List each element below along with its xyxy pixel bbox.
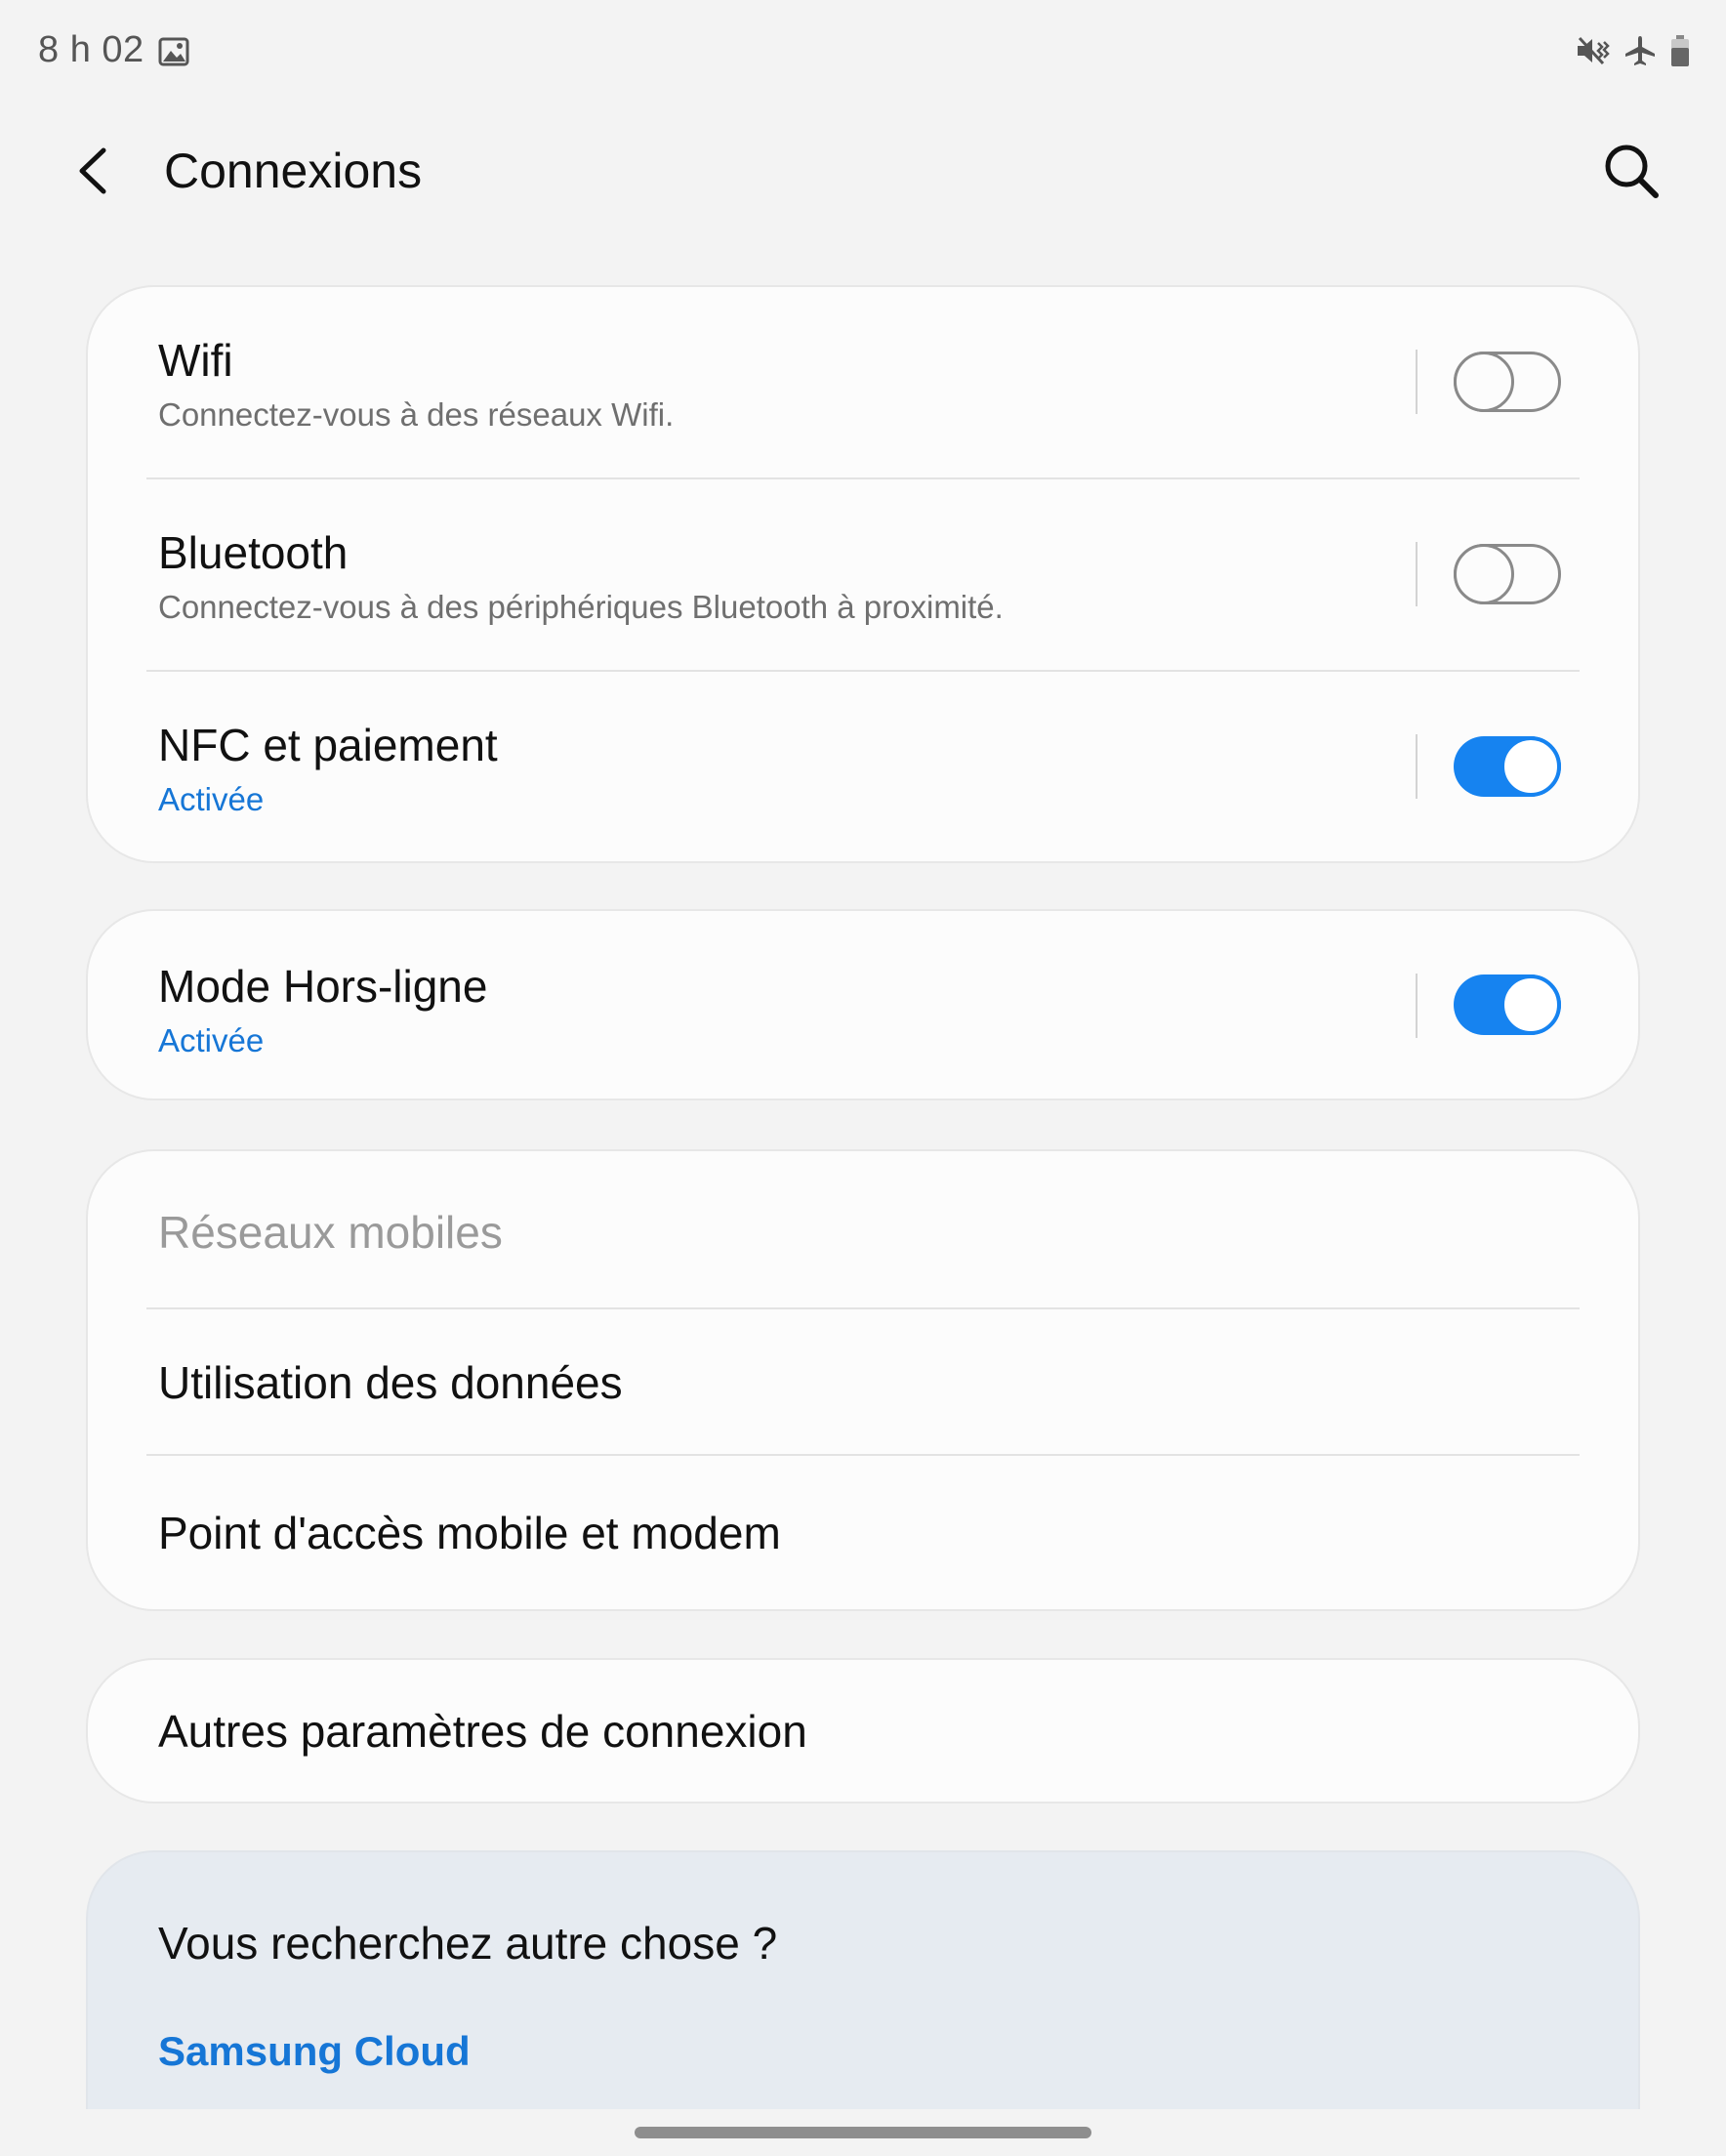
wireless-settings-card: Wifi Connectez-vous à des réseaux Wifi. … <box>86 285 1640 863</box>
suggestions-card: Vous recherchez autre chose ? Samsung Cl… <box>86 1850 1640 2109</box>
more-connection-settings-row[interactable]: Autres paramètres de connexion <box>88 1660 1638 1802</box>
toggle-knob <box>1500 974 1561 1035</box>
gallery-icon <box>158 37 189 66</box>
hotspot-title: Point d'accès mobile et modem <box>158 1508 781 1558</box>
bluetooth-title: Bluetooth <box>158 527 349 578</box>
nfc-toggle[interactable] <box>1454 736 1561 797</box>
nfc-row[interactable]: NFC et paiement Activée <box>88 672 1638 861</box>
row-separator <box>1416 734 1418 799</box>
home-indicator[interactable] <box>635 2127 1091 2138</box>
samsung-cloud-link[interactable]: Samsung Cloud <box>158 2028 471 2075</box>
battery-icon <box>1669 34 1691 67</box>
airplane-icon <box>1623 34 1658 67</box>
back-button[interactable] <box>68 139 123 203</box>
wifi-title: Wifi <box>158 335 233 386</box>
wifi-subtitle: Connectez-vous à des réseaux Wifi. <box>158 396 675 433</box>
toggle-knob <box>1500 736 1561 797</box>
data-usage-row[interactable]: Utilisation des données <box>88 1309 1638 1454</box>
mobile-settings-card: Réseaux mobiles Utilisation des données … <box>86 1149 1640 1611</box>
more-connection-settings-title: Autres paramètres de connexion <box>158 1706 807 1757</box>
offline-mode-status: Activée <box>158 1022 265 1058</box>
hotspot-row[interactable]: Point d'accès mobile et modem <box>88 1456 1638 1609</box>
chevron-left-icon <box>79 147 106 194</box>
search-button[interactable] <box>1599 139 1664 203</box>
bluetooth-subtitle: Connectez-vous à des périphériques Bluet… <box>158 589 1004 625</box>
offline-mode-row[interactable]: Mode Hors-ligne Activée <box>88 911 1638 1099</box>
status-icons <box>1576 31 1691 70</box>
status-bar: 8 h 02 <box>0 0 1726 102</box>
bluetooth-row[interactable]: Bluetooth Connectez-vous à des périphéri… <box>88 479 1638 671</box>
page-title: Connexions <box>164 144 423 198</box>
mute-vibrate-icon <box>1576 34 1611 67</box>
wifi-toggle[interactable] <box>1454 352 1561 412</box>
other-settings-card: Autres paramètres de connexion <box>86 1658 1640 1804</box>
wifi-row[interactable]: Wifi Connectez-vous à des réseaux Wifi. <box>88 287 1638 478</box>
offline-mode-toggle[interactable] <box>1454 974 1561 1035</box>
row-separator <box>1416 350 1418 414</box>
row-separator <box>1416 542 1418 606</box>
search-icon <box>1605 145 1659 198</box>
connections-settings-screen: 8 h 02 Connexions Wifi Connectez-vous à … <box>0 0 1726 2156</box>
mobile-networks-title: Réseaux mobiles <box>158 1207 503 1258</box>
app-bar: Connexions <box>0 117 1726 225</box>
data-usage-title: Utilisation des données <box>158 1357 623 1408</box>
toggle-knob <box>1454 544 1514 604</box>
nfc-status: Activée <box>158 781 265 817</box>
mobile-networks-row: Réseaux mobiles <box>88 1151 1638 1307</box>
offline-mode-title: Mode Hors-ligne <box>158 961 488 1012</box>
offline-mode-card: Mode Hors-ligne Activée <box>86 909 1640 1100</box>
bluetooth-toggle[interactable] <box>1454 544 1561 604</box>
row-separator <box>1416 974 1418 1038</box>
toggle-knob <box>1454 352 1514 412</box>
nfc-title: NFC et paiement <box>158 720 498 770</box>
suggestions-heading: Vous recherchez autre chose ? <box>158 1918 778 1969</box>
status-time: 8 h 02 <box>38 29 144 70</box>
